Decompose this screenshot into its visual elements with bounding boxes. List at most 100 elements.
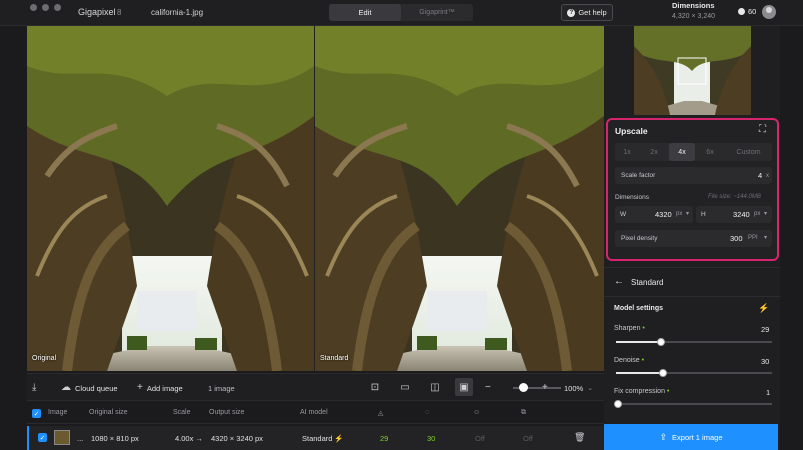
scale-tabs: 1x 2x 4x 6x Custom (615, 143, 772, 161)
back-arrow-icon[interactable]: ← (614, 276, 624, 287)
crop-icon[interactable]: ⛶ (759, 124, 766, 135)
scale-factor-label: Scale factor (621, 172, 656, 179)
original-image (27, 26, 314, 371)
sharpen-col-icon: ◬ (378, 410, 384, 417)
pixel-density-field[interactable]: Pixel density 300 PPI ▾ (615, 230, 772, 247)
scale-option-custom[interactable]: Custom (725, 143, 772, 161)
sharpen-slider-knob[interactable] (657, 338, 665, 346)
active-dot-icon: • (666, 388, 670, 395)
window-close-dot[interactable] (30, 4, 37, 11)
face-detect-button[interactable]: ⊡ (366, 378, 384, 396)
get-help-label: Get help (578, 8, 607, 17)
window-zoom-dot[interactable] (54, 4, 61, 11)
user-avatar[interactable] (762, 5, 776, 19)
dimensions-label: Dimensions (672, 1, 715, 10)
row-compression: Off (523, 434, 533, 443)
pixel-density-unit: PPI (748, 235, 758, 241)
title-bar: Gigapixel 8 california-1.jpg Edit Gigapr… (0, 0, 803, 26)
header-image: Image (48, 409, 68, 416)
zoom-level[interactable]: 100% ⌄ (564, 374, 593, 402)
table-row[interactable]: ✓ ... 1080 × 810 px 4.00x → 4320 × 3240 … (27, 426, 604, 450)
model-name: Standard (631, 278, 664, 287)
chevron-down-icon: ▾ (764, 235, 768, 241)
chevron-down-icon: ▾ (764, 211, 768, 217)
add-image-label: Add image (146, 383, 183, 393)
plus-icon: + (137, 382, 143, 393)
single-view-icon: ▭ (400, 381, 410, 393)
download-button[interactable]: ⤓ (32, 374, 36, 402)
help-icon: ? (567, 8, 576, 17)
original-pane[interactable]: Original (27, 26, 314, 371)
app-name: Gigapixel (78, 7, 116, 17)
header-ai-model: AI model (300, 409, 328, 416)
split-divider[interactable] (314, 26, 315, 371)
scale-option-4x[interactable]: 4x (669, 143, 695, 161)
app-version: 8 (117, 8, 122, 17)
chevron-down-icon: ⌄ (587, 385, 594, 392)
upscaled-image (315, 26, 604, 371)
minus-icon: − (485, 382, 491, 393)
cloud-queue-label: Cloud queue (75, 383, 118, 393)
dimensions-section-label: Dimensions (615, 194, 649, 201)
upscale-section: Upscale ⛶ 1x 2x 4x 6x Custom Scale facto… (606, 118, 779, 261)
trash-icon[interactable]: 🗑 (574, 432, 585, 443)
file-name: california-1.jpg (151, 8, 204, 17)
original-label: Original (32, 355, 57, 362)
window-minimize-dot[interactable] (42, 4, 49, 11)
standard-pane[interactable]: Standard (315, 26, 604, 371)
get-help-button[interactable]: ? Get help (561, 4, 613, 21)
settings-panel: Upscale ⛶ 1x 2x 4x 6x Custom Scale facto… (604, 26, 780, 450)
height-label: H (701, 211, 706, 218)
height-value: 3240 (733, 210, 750, 219)
header-original-size: Original size (89, 409, 128, 416)
image-viewer[interactable]: Original Standard (27, 26, 604, 371)
queue-table: ✓ Image Original size Scale Output size … (27, 402, 604, 450)
width-label: W (620, 211, 627, 218)
cloud-queue-button[interactable]: ☁ Cloud queue (61, 374, 118, 402)
image-count: 1 image (208, 383, 235, 393)
fix-compression-value: 1 (766, 388, 771, 397)
single-view-button[interactable]: ▭ (396, 378, 414, 396)
height-field[interactable]: H 3240 px ▾ (696, 206, 772, 223)
denoise-slider-knob[interactable] (659, 369, 667, 377)
table-header: ✓ Image Original size Scale Output size … (27, 402, 604, 424)
scale-factor-field[interactable]: Scale factor 4 x (615, 167, 772, 184)
row-scale: 4.00x → (175, 434, 203, 443)
scale-option-6x[interactable]: 6x (698, 143, 722, 161)
zoom-slider-knob[interactable] (519, 383, 528, 392)
tab-gigaprint[interactable]: Gigaprint™ (401, 4, 473, 21)
pixel-density-value: 300 (730, 234, 743, 243)
zoom-out-button[interactable]: − (485, 374, 491, 402)
navigator-thumbnail[interactable] (634, 26, 751, 115)
model-settings-label: Model settings (614, 305, 664, 312)
header-scale: Scale (173, 409, 191, 416)
split-view-button[interactable]: ◫ (426, 378, 444, 396)
row-face-recovery: Off (475, 434, 485, 443)
model-selector[interactable]: ← Standard (604, 267, 780, 297)
scale-option-2x[interactable]: 2x (642, 143, 666, 161)
row-denoise: 30 (427, 434, 436, 443)
zoom-in-button[interactable]: + (542, 374, 548, 402)
row-checkbox[interactable]: ✓ (38, 433, 47, 442)
credits-display: 60 (738, 7, 756, 16)
denoise-slider-fill (616, 372, 663, 374)
add-image-button[interactable]: + Add image (137, 374, 183, 402)
upscale-title: Upscale (615, 126, 648, 136)
scale-factor-unit: x (766, 173, 769, 179)
side-by-side-button[interactable]: ▣ (455, 378, 473, 396)
scale-option-1x[interactable]: 1x (615, 143, 639, 161)
denoise-col-icon: ◌ (425, 409, 430, 416)
scale-factor-value: 4 (758, 171, 763, 180)
export-button[interactable]: ⇪ Export 1 image (604, 424, 778, 450)
scrollbar-rail[interactable] (780, 26, 803, 450)
active-dot-icon: • (641, 357, 645, 364)
pixel-density-label: Pixel density (621, 235, 658, 242)
fix-compression-slider-knob[interactable] (614, 400, 622, 408)
select-all-checkbox[interactable]: ✓ (32, 409, 41, 418)
bolt-icon: ⚡ (334, 434, 344, 443)
zoom-value: 100% (564, 383, 584, 393)
fix-compression-slider[interactable] (616, 403, 772, 405)
tab-edit[interactable]: Edit (329, 4, 401, 21)
row-model: Standard (302, 434, 333, 443)
width-field[interactable]: W 4320 px ▾ (615, 206, 693, 223)
